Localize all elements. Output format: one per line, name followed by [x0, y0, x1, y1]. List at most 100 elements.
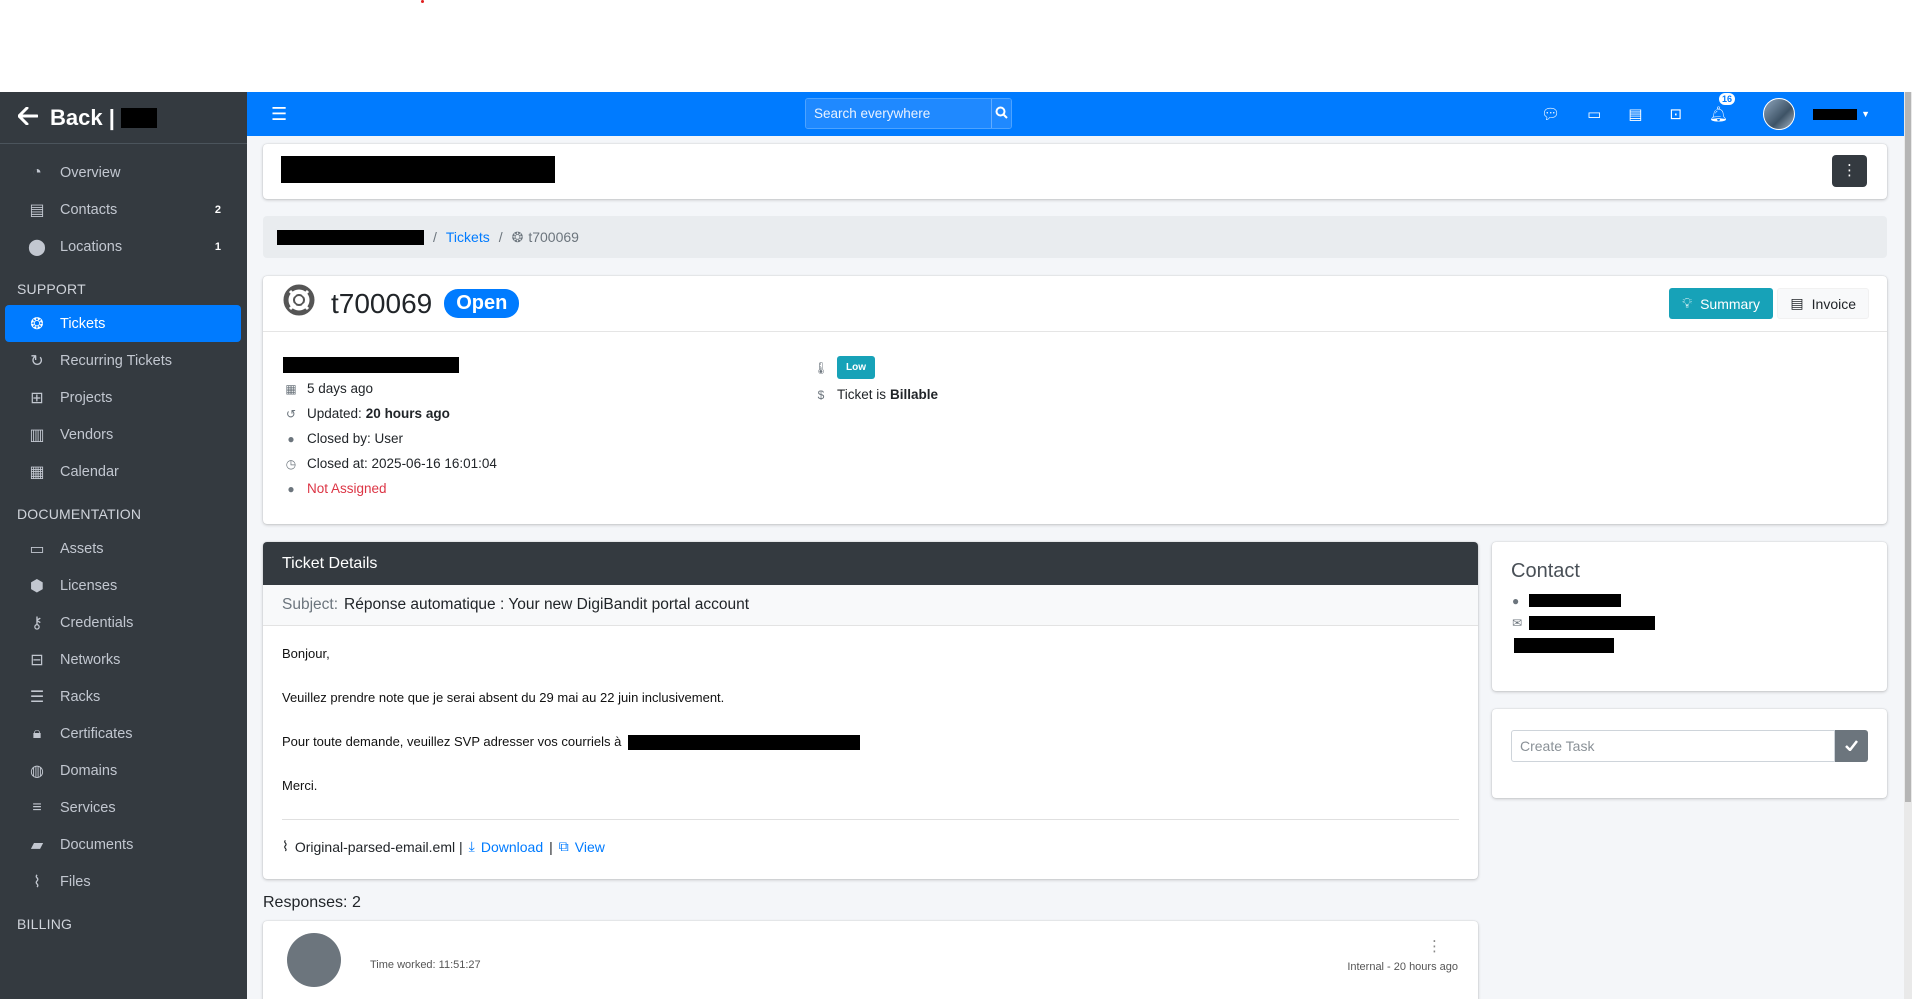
- back-link[interactable]: Back |: [0, 92, 247, 144]
- paperclip-icon: ⌇: [282, 838, 289, 854]
- globe-icon: ◍: [30, 762, 44, 780]
- sidebar-item-locations[interactable]: ⬤ Locations 1: [5, 228, 241, 265]
- menu-toggle-icon[interactable]: ☰: [271, 104, 287, 125]
- sidebar-item-certificates[interactable]: 🔒︎ Certificates: [5, 715, 241, 752]
- invoice-button[interactable]: ▤ Invoice: [1777, 288, 1869, 319]
- search-button[interactable]: [991, 99, 1011, 128]
- ticket-meta-right: 🌡︎ Low $ Ticket is Billable: [813, 353, 938, 407]
- ticket-header: t700069 Open: [263, 276, 1887, 332]
- check-icon: [1845, 739, 1858, 752]
- created-row: ▦ 5 days ago: [283, 376, 497, 401]
- billable-value[interactable]: Billable: [890, 387, 938, 402]
- separator: |: [549, 838, 553, 855]
- breadcrumb-separator: /: [433, 229, 437, 245]
- responses-title: Responses: 2: [263, 894, 361, 911]
- sidebar-nav: ◔ Overview ▤ Contacts 2 ⬤ Locations 1 SU…: [0, 144, 247, 940]
- ticket-details-header: Ticket Details: [263, 542, 1478, 585]
- sidebar-item-licenses[interactable]: ⬢ Licenses: [5, 567, 241, 604]
- calendar-icon: ▦: [285, 381, 297, 396]
- sidebar-item-services[interactable]: ≡ Services: [5, 789, 241, 826]
- top-navbar: ☰ 💬︎ ▭ ▤ ⊡ 🔔︎16 ▼: [247, 92, 1912, 136]
- navbar-icons: 💬︎ ▭ ▤ ⊡ 🔔︎ 16 ▼: [1541, 92, 1870, 136]
- breadcrumb-current: t700069: [528, 229, 579, 245]
- address-book-icon: ▤: [29, 201, 45, 219]
- view-link[interactable]: View: [575, 839, 605, 855]
- bell-icon[interactable]: 🔔︎ 16: [1709, 93, 1736, 123]
- sidebar-item-vendors[interactable]: ▥ Vendors: [5, 416, 241, 453]
- breadcrumb-tickets-link[interactable]: Tickets: [446, 229, 490, 245]
- priority-badge[interactable]: Low: [837, 356, 875, 379]
- client-actions-button[interactable]: ⋮: [1832, 155, 1867, 187]
- sidebar-item-networks[interactable]: ⊟ Networks: [5, 641, 241, 678]
- response-card: Time worked: 11:51:27 ⋮ Internal - 20 ho…: [263, 921, 1478, 999]
- create-task-input[interactable]: [1511, 730, 1835, 762]
- redacted-contact-row: [283, 354, 497, 376]
- attachment-name: Original-parsed-email.eml |: [294, 838, 463, 855]
- search-input[interactable]: [806, 99, 991, 128]
- created-value: 5 days ago: [307, 381, 374, 396]
- scrollbar-thumb[interactable]: [1905, 92, 1911, 802]
- sidebar-item-label: Files: [60, 873, 91, 890]
- sidebar-item-contacts[interactable]: ▤ Contacts 2: [5, 191, 241, 228]
- network-icon: ⊟: [30, 651, 44, 669]
- redacted-breadcrumb-client[interactable]: [277, 229, 424, 245]
- contact-card: Contact ● ✉: [1492, 542, 1887, 691]
- redacted-contact-email[interactable]: [1529, 616, 1655, 630]
- status-badge: Open: [444, 289, 520, 318]
- laptop-icon[interactable]: ⊡: [1669, 105, 1682, 123]
- sidebar-item-tickets[interactable]: ❂ Tickets: [5, 305, 241, 342]
- sidebar-item-recurring-tickets[interactable]: ↻ Recurring Tickets: [5, 342, 241, 379]
- sidebar-item-label: Credentials: [60, 614, 134, 631]
- redacted-contact-phone[interactable]: [1514, 638, 1614, 653]
- body-line-email: Pour toute demande, veuillez SVP adresse…: [282, 734, 1459, 751]
- assignee-value[interactable]: Not Assigned: [307, 481, 387, 496]
- sidebar-item-domains[interactable]: ◍ Domains: [5, 752, 241, 789]
- life-ring-icon: [283, 284, 315, 324]
- contact-title: Contact: [1511, 560, 1580, 582]
- ticket-subject: Subject: Réponse automatique : Your new …: [263, 585, 1478, 626]
- sidebar-item-documents[interactable]: ▰ Documents: [5, 826, 241, 863]
- redacted-username: [1813, 108, 1858, 120]
- create-task-button[interactable]: [1835, 730, 1868, 762]
- thermometer-icon: 🌡︎: [813, 360, 829, 375]
- user-menu[interactable]: ▼: [1755, 98, 1870, 130]
- redacted-client-name: [120, 107, 157, 128]
- sidebar-item-racks[interactable]: ☰ Racks: [5, 678, 241, 715]
- page-scrollbar[interactable]: [1904, 92, 1912, 999]
- sidebar-item-calendar[interactable]: ▦ Calendar: [5, 453, 241, 490]
- lightbulb-icon: 💡︎: [1682, 295, 1693, 311]
- gamepad-icon[interactable]: ▭: [1587, 105, 1601, 123]
- search-icon: [995, 106, 1008, 119]
- sidebar-item-label: Contacts: [60, 201, 118, 218]
- sidebar-item-assets[interactable]: ▭ Assets: [5, 530, 241, 567]
- sidebar-item-label: Racks: [60, 688, 101, 705]
- server-icon: ☰: [29, 688, 45, 706]
- redacted-contact-name[interactable]: [1529, 594, 1621, 607]
- body-line: Merci.: [282, 778, 318, 794]
- summary-button[interactable]: 💡︎ Summary: [1669, 288, 1773, 319]
- envelope-icon: ✉: [1512, 616, 1523, 630]
- billable-prefix: Ticket is: [837, 387, 887, 402]
- sidebar-item-credentials[interactable]: ⚷ Credentials: [5, 604, 241, 641]
- sidebar-item-overview[interactable]: ◔ Overview: [5, 154, 241, 191]
- avatar: [287, 933, 341, 987]
- body-line: Bonjour,: [282, 646, 330, 661]
- response-actions-icon[interactable]: ⋮: [1427, 937, 1442, 955]
- updated-row: ↺ Updated: 20 hours ago: [283, 401, 497, 426]
- notification-badge: 16: [1719, 93, 1736, 105]
- ticket-meta-left: ▦ 5 days ago ↺ Updated: 20 hours ago ● C…: [283, 354, 497, 501]
- sidebar-item-label: Locations: [60, 238, 123, 255]
- sidebar-item-label: Projects: [60, 389, 113, 406]
- client-header-card: ⋮: [263, 144, 1887, 199]
- sidebar-item-projects[interactable]: ⊞ Projects: [5, 379, 241, 416]
- history-icon: ↺: [285, 406, 297, 421]
- comments-icon[interactable]: 💬︎: [1541, 105, 1560, 123]
- avatar: [1763, 98, 1796, 130]
- sidebar-item-files[interactable]: ⌇ Files: [5, 863, 241, 900]
- count-badge: 2: [214, 203, 221, 216]
- section-header-billing: BILLING: [17, 916, 73, 932]
- book-icon[interactable]: ▤: [1628, 105, 1642, 123]
- closed-by-row: ● Closed by: User: [283, 426, 497, 451]
- breadcrumb-separator: /: [498, 229, 503, 245]
- download-link[interactable]: Download: [481, 839, 543, 855]
